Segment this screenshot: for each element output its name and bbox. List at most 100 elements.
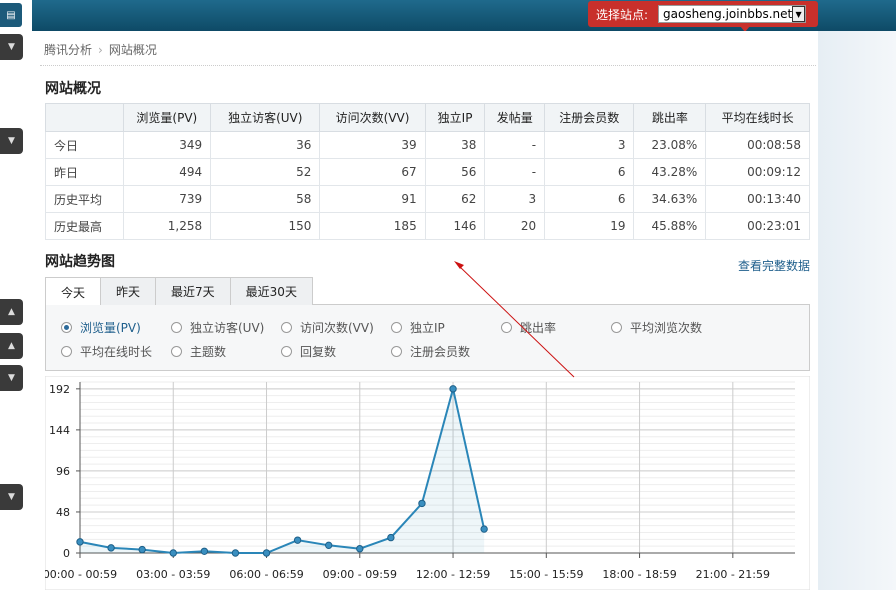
metric-option[interactable]: 浏览量(PV) bbox=[61, 319, 141, 336]
table-cell: 23.08% bbox=[633, 131, 707, 159]
table-cell: 今日 bbox=[45, 131, 124, 159]
metric-option[interactable]: 注册会员数 bbox=[391, 343, 470, 360]
metric-option[interactable]: 平均浏览次数 bbox=[611, 319, 702, 336]
radio-icon[interactable] bbox=[611, 322, 622, 333]
table-cell: 历史最高 bbox=[45, 212, 124, 240]
column-header: 访问次数(VV) bbox=[319, 103, 426, 132]
site-select[interactable]: gaosheng.joinbbs.net ▼ bbox=[658, 5, 806, 23]
menu-icon[interactable]: ▤ bbox=[0, 3, 22, 27]
column-header: 平均在线时长 bbox=[705, 103, 810, 132]
column-header bbox=[45, 103, 124, 132]
table-cell: 150 bbox=[210, 212, 321, 240]
table-cell: 昨日 bbox=[45, 158, 124, 186]
metric-options: 浏览量(PV) 独立访客(UV) 访问次数(VV) 独立IP 跳出率 平均浏览次数平均在线… bbox=[45, 305, 810, 371]
breadcrumb: 腾讯分析 › 网站概况 bbox=[44, 41, 157, 58]
metric-option-label: 跳出率 bbox=[520, 321, 557, 335]
expand-icon[interactable]: ▼ bbox=[0, 128, 23, 154]
y-tick-label: 0 bbox=[63, 547, 70, 560]
site-label: 选择站点: bbox=[596, 7, 649, 22]
data-point bbox=[76, 538, 84, 546]
table-row: 今日 349 36 39 38-3 23.08% 00:08:58 bbox=[45, 131, 810, 159]
chevron-down-icon[interactable]: ▼ bbox=[792, 6, 805, 22]
radio-icon[interactable] bbox=[171, 322, 182, 333]
site-value: gaosheng.joinbbs.net bbox=[663, 7, 793, 21]
expand-icon[interactable]: ▼ bbox=[0, 365, 23, 391]
data-point bbox=[231, 549, 240, 557]
table-cell: 36 bbox=[210, 131, 321, 159]
metric-option[interactable]: 回复数 bbox=[281, 343, 336, 360]
tab-1[interactable]: 昨天 bbox=[100, 277, 157, 305]
right-panel bbox=[818, 31, 896, 590]
radio-icon[interactable] bbox=[391, 322, 402, 333]
metric-option-label: 浏览量(PV) bbox=[80, 321, 141, 335]
table-cell: 00:08:58 bbox=[705, 131, 810, 159]
collapse-icon[interactable]: ▲ bbox=[0, 333, 23, 359]
radio-icon[interactable] bbox=[61, 346, 72, 357]
view-full-data-link[interactable]: 查看完整数据 bbox=[738, 257, 810, 274]
x-tick-label: 09:00 - 09:59 bbox=[323, 568, 397, 581]
radio-icon[interactable] bbox=[171, 346, 182, 357]
radio-icon[interactable] bbox=[61, 322, 72, 333]
table-cell: 91 bbox=[319, 185, 426, 213]
metric-option-label: 平均浏览次数 bbox=[630, 321, 703, 335]
metric-option[interactable]: 访问次数(VV) bbox=[281, 319, 374, 336]
table-cell: 6 bbox=[544, 158, 635, 186]
collapse-icon[interactable]: ▲ bbox=[0, 299, 23, 325]
data-point bbox=[418, 499, 426, 508]
table-cell: 739 bbox=[122, 185, 212, 213]
data-point bbox=[262, 549, 271, 557]
column-header: 发帖量 bbox=[484, 103, 546, 132]
breadcrumb-item[interactable]: 腾讯分析 bbox=[44, 43, 92, 57]
table-cell: 38 bbox=[424, 131, 486, 159]
radio-icon[interactable] bbox=[391, 346, 402, 357]
table-cell: 67 bbox=[319, 158, 426, 186]
x-tick-label: 18:00 - 18:59 bbox=[602, 568, 676, 581]
table-cell: 58 bbox=[210, 185, 321, 213]
metric-option-label: 主题数 bbox=[190, 345, 227, 359]
metric-option-label: 独立访客(UV) bbox=[190, 321, 265, 335]
tab-2[interactable]: 最近7天 bbox=[155, 277, 231, 305]
metric-option[interactable]: 独立访客(UV) bbox=[171, 319, 264, 336]
metric-option[interactable]: 平均在线时长 bbox=[61, 343, 152, 360]
x-tick-label: 15:00 - 15:59 bbox=[509, 568, 583, 581]
site-selector: 选择站点: gaosheng.joinbbs.net ▼ bbox=[588, 1, 818, 32]
expand-icon[interactable]: ▼ bbox=[0, 34, 23, 60]
table-row: 历史平均 739 58 91 62 3 6 34.63% 00:13:40 bbox=[45, 185, 810, 213]
tab-3[interactable]: 最近30天 bbox=[229, 277, 313, 305]
radio-icon[interactable] bbox=[281, 346, 292, 357]
tab-0[interactable]: 今天 bbox=[45, 277, 102, 306]
data-point bbox=[138, 545, 146, 554]
left-sidebar: ▤ ▼ ▼ ▲ ▲ ▼ ▼ bbox=[0, 0, 32, 590]
metric-option-label: 回复数 bbox=[300, 345, 337, 359]
data-point bbox=[480, 525, 488, 533]
divider bbox=[40, 65, 816, 66]
x-tick-label: 00:00 - 00:59 bbox=[45, 568, 117, 581]
column-header: 跳出率 bbox=[633, 103, 707, 132]
table-cell: 00:23:01 bbox=[705, 212, 810, 240]
y-tick-label: 192 bbox=[49, 383, 70, 396]
table-cell: 00:13:40 bbox=[705, 185, 810, 213]
radio-icon[interactable] bbox=[281, 322, 292, 333]
metric-option-label: 独立IP bbox=[410, 321, 445, 335]
metric-option-label: 访问次数(VV) bbox=[300, 321, 374, 335]
expand-icon[interactable]: ▼ bbox=[0, 484, 23, 510]
table-cell: 1,258 bbox=[122, 212, 212, 240]
table-cell: 00:09:12 bbox=[705, 158, 810, 186]
metric-option[interactable]: 主题数 bbox=[171, 343, 226, 360]
x-tick-label: 12:00 - 12:59 bbox=[416, 568, 490, 581]
data-point bbox=[169, 549, 177, 557]
table-cell: 3 bbox=[544, 131, 635, 159]
radio-icon[interactable] bbox=[501, 322, 512, 333]
table-cell: 62 bbox=[424, 185, 486, 213]
metric-option[interactable]: 独立IP bbox=[391, 319, 445, 336]
main-content: 腾讯分析 › 网站概况 网站概况 浏览量(PV) 独立访客(UV) 访问次数(VV) 独立… bbox=[32, 31, 818, 590]
table-cell: 43.28% bbox=[633, 158, 707, 186]
metric-option[interactable]: 跳出率 bbox=[501, 319, 556, 336]
table-cell: 146 bbox=[424, 212, 486, 240]
trend-tabs: 今天 昨天 最近7天 最近30天 bbox=[45, 277, 810, 306]
table-cell: 34.63% bbox=[633, 185, 707, 213]
column-header: 独立IP bbox=[424, 103, 486, 132]
column-header: 独立访客(UV) bbox=[210, 103, 321, 132]
x-tick-label: 06:00 - 06:59 bbox=[229, 568, 303, 581]
overview-title: 网站概况 bbox=[45, 81, 101, 97]
